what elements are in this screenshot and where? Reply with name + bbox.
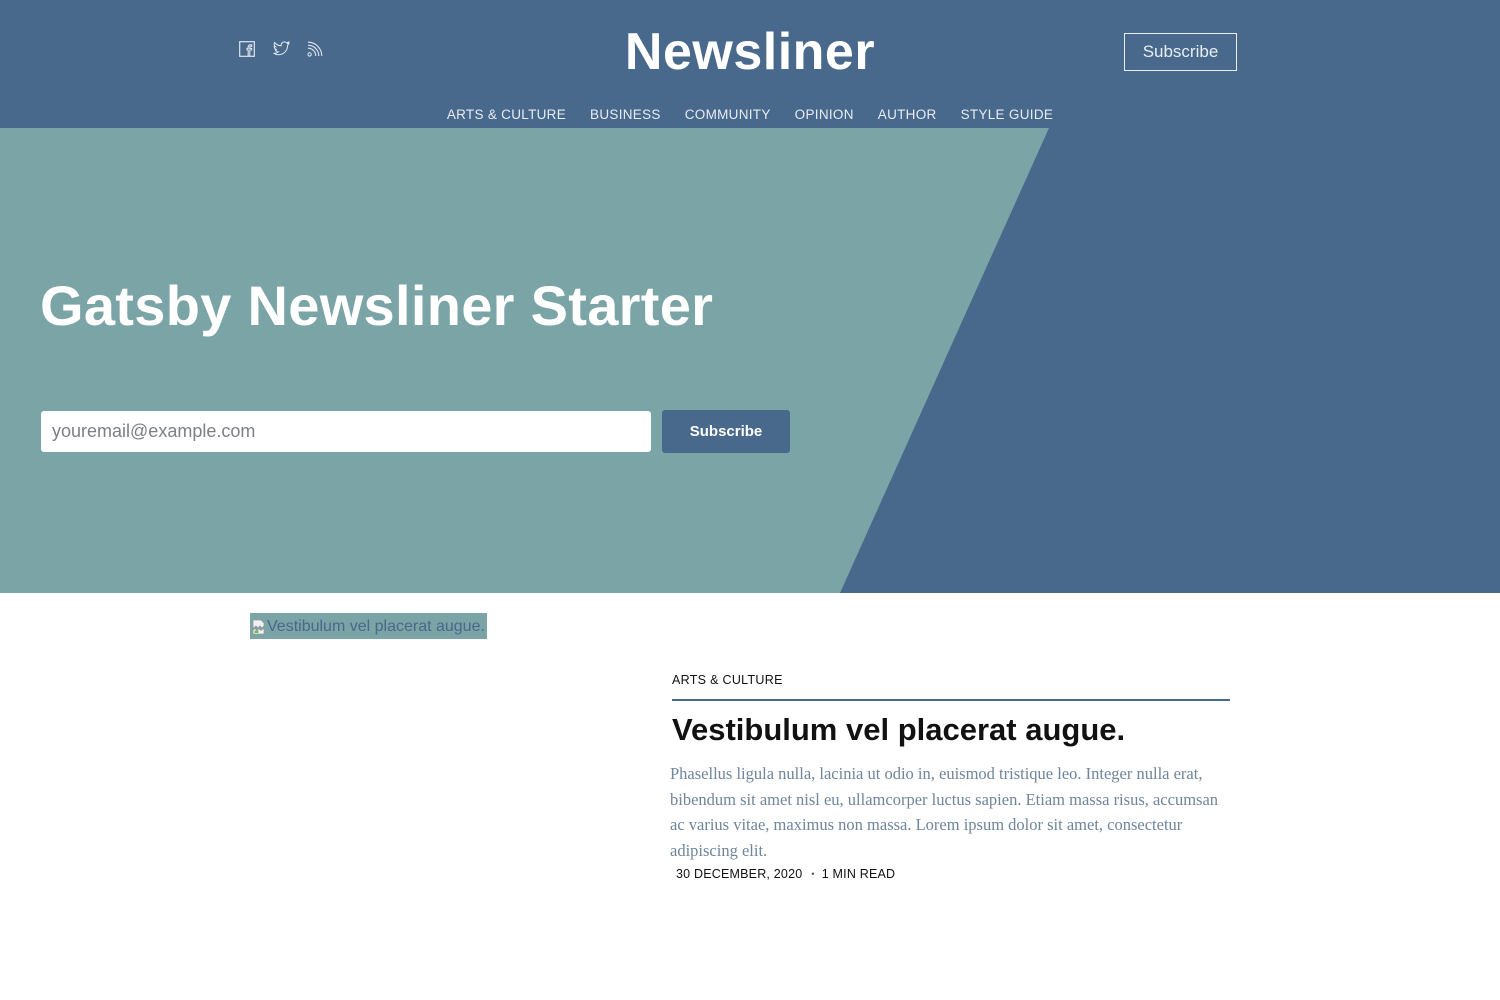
divider: [672, 699, 1230, 701]
hero-subscribe-button[interactable]: Subscribe: [662, 410, 790, 453]
nav-item-style-guide[interactable]: STYLE GUIDE: [961, 107, 1054, 123]
hero-title: Gatsby Newsliner Starter: [40, 274, 714, 337]
post-read-time: 1 MIN READ: [821, 867, 896, 881]
meta-separator: •: [811, 869, 815, 879]
hero-teal-shape: [0, 128, 1049, 593]
hero-background: [0, 128, 1049, 593]
site-header: Newsliner Subscribe ARTS & CULTURE BUSIN…: [0, 0, 1500, 128]
nav-item-community[interactable]: COMMUNITY: [685, 107, 771, 123]
email-field[interactable]: [41, 411, 651, 452]
post-title[interactable]: Vestibulum vel placerat augue.: [672, 712, 1232, 748]
nav-item-author[interactable]: AUTHOR: [878, 107, 937, 123]
post-category[interactable]: ARTS & CULTURE: [672, 672, 1232, 688]
header-subscribe-button[interactable]: Subscribe: [1124, 33, 1237, 71]
broken-image-icon: [252, 619, 265, 635]
nav-item-business[interactable]: BUSINESS: [590, 107, 661, 123]
nav-item-arts-culture[interactable]: ARTS & CULTURE: [447, 107, 566, 123]
post-excerpt: Phasellus ligula nulla, lacinia ut odio …: [670, 764, 1219, 860]
hero-section: Gatsby Newsliner Starter Subscribe: [0, 128, 1500, 593]
post-card: ARTS & CULTURE Vestibulum vel placerat a…: [670, 672, 1232, 881]
nav-item-opinion[interactable]: OPINION: [795, 107, 854, 123]
post-image-alt: Vestibulum vel placerat augue.: [267, 618, 485, 635]
site-logo[interactable]: Newsliner: [0, 22, 1500, 82]
post-image[interactable]: Vestibulum vel placerat augue.: [250, 613, 487, 639]
post-meta: 30 DECEMBER, 2020 • 1 MIN READ: [676, 867, 1232, 881]
post-date: 30 DECEMBER, 2020: [676, 867, 803, 881]
main-nav: ARTS & CULTURE BUSINESS COMMUNITY OPINIO…: [0, 107, 1500, 123]
